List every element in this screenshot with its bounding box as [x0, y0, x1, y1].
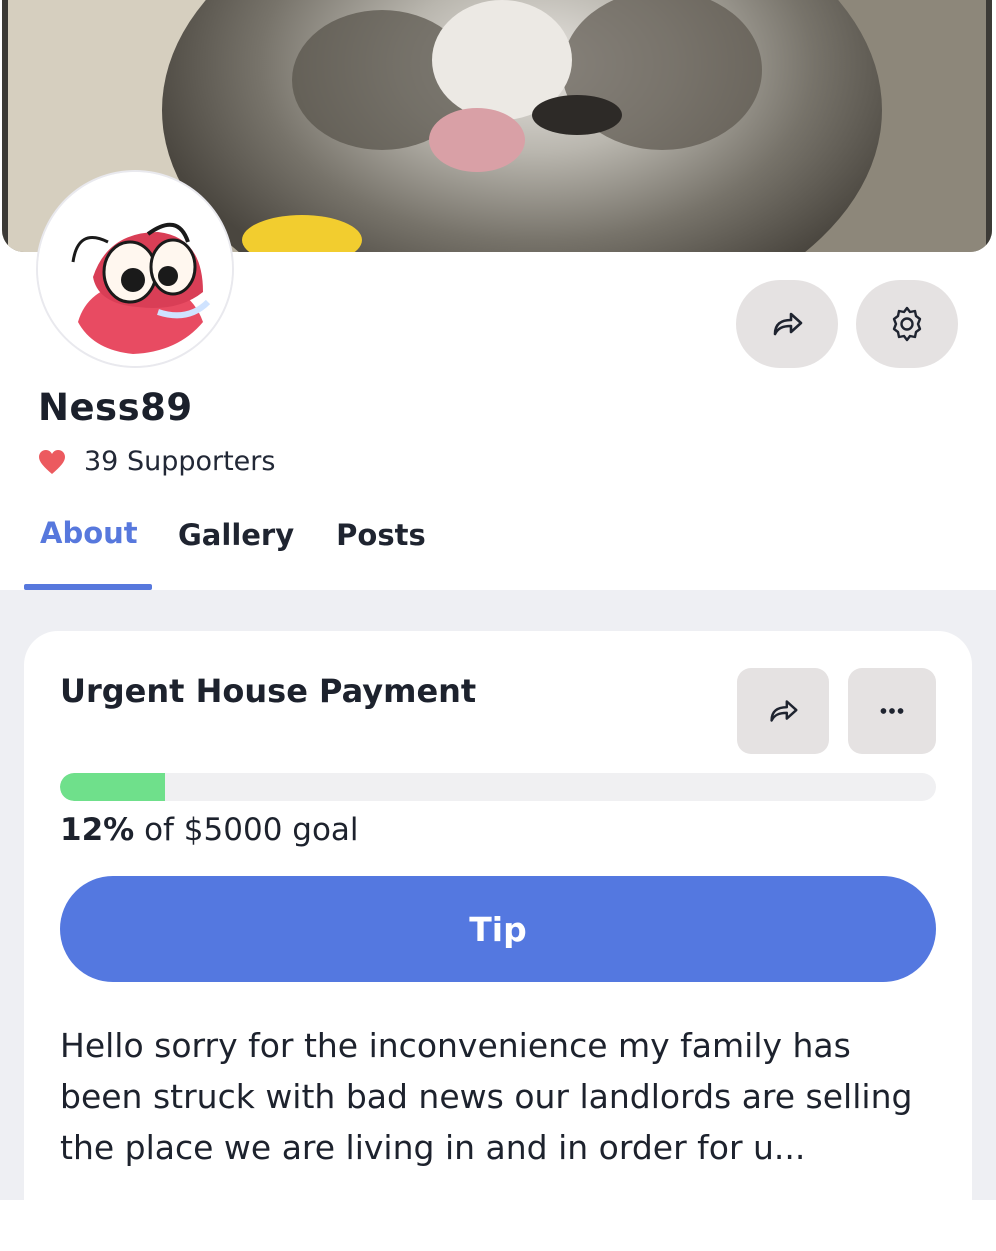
goal-text: 12% of $5000 goal	[60, 812, 359, 848]
heart-icon	[39, 449, 65, 474]
share-icon	[770, 700, 798, 722]
goal-progress-bar	[60, 773, 936, 801]
avatar[interactable]	[38, 172, 232, 366]
settings-button[interactable]	[856, 280, 958, 368]
gear-icon	[892, 306, 922, 342]
supporters-count: 39 Supporters	[38, 446, 275, 477]
goal-progress-fill	[60, 773, 166, 801]
share-profile-button[interactable]	[736, 280, 838, 368]
campaign-description: Hello sorry for the inconvenience my fam…	[60, 1026, 913, 1167]
campaign-title: Urgent House Payment	[60, 672, 477, 710]
share-icon	[773, 312, 803, 336]
supporters-label: 39 Supporters	[84, 446, 276, 477]
share-campaign-button[interactable]	[737, 668, 829, 754]
tab-posts[interactable]: Posts	[320, 510, 442, 590]
goal-percent: 12%	[60, 812, 135, 848]
more-dots-icon	[880, 708, 904, 714]
more-options-button[interactable]	[848, 668, 936, 754]
goal-amount: of $5000 goal	[144, 812, 359, 848]
profile-name: Ness89	[38, 386, 193, 429]
tip-button[interactable]: Tip	[60, 876, 936, 982]
profile-tabs: About Gallery Posts	[24, 510, 442, 590]
tab-about[interactable]: About	[24, 510, 152, 590]
tab-gallery[interactable]: Gallery	[162, 510, 310, 590]
